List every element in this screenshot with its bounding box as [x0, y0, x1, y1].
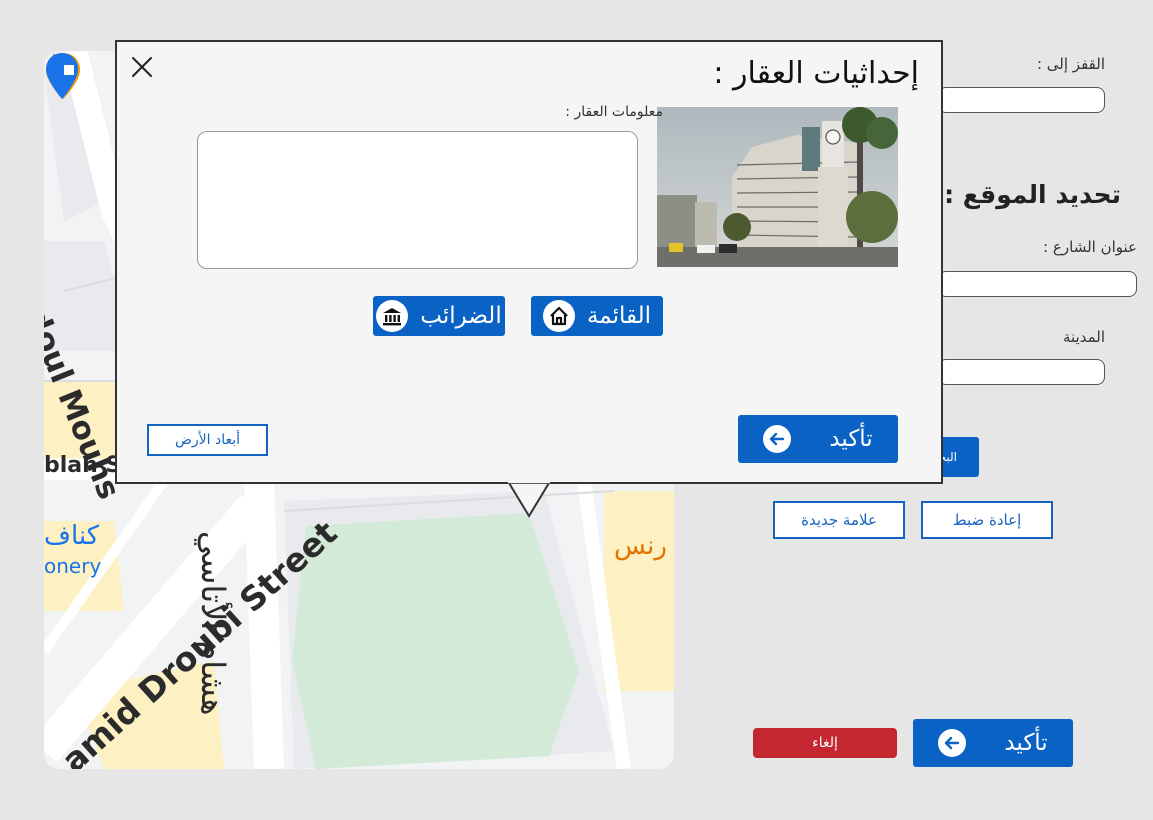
property-info-textarea[interactable] [197, 131, 638, 269]
map-street-label: هشام الأتاسي [194, 531, 232, 716]
street-address-label: عنوان الشارع : [1043, 238, 1137, 256]
map-poi-label: onery [44, 554, 102, 578]
jump-to-input[interactable] [938, 87, 1105, 113]
taxes-button-label: الضرائب [420, 303, 502, 329]
city-label: المدينة [1062, 328, 1105, 346]
dialog-pointer [508, 482, 550, 518]
taxes-button[interactable]: الضرائب [373, 296, 505, 336]
list-button-label: القائمة [586, 303, 652, 329]
street-address-input[interactable] [938, 271, 1137, 297]
arrow-left-icon [938, 729, 967, 757]
property-info-label: معلومات العقار : [565, 104, 663, 120]
home-icon [542, 300, 575, 332]
confirm-button-label: تأكيد [1004, 730, 1048, 756]
map-poi-label: رنس [614, 531, 667, 561]
dialog-confirm-button[interactable]: تأكيد [738, 415, 898, 463]
search-button[interactable]: البحث [938, 437, 979, 477]
map-poi-label: كناف [44, 521, 100, 551]
locate-section-title: تحديد الموقع : [944, 180, 1121, 209]
shop-pin-icon[interactable] [44, 51, 80, 101]
jump-to-label: القفز إلى : [1036, 55, 1105, 73]
list-button[interactable]: القائمة [531, 296, 663, 336]
reset-button[interactable]: إعادة ضبط [921, 501, 1053, 539]
confirm-button[interactable]: تأكيد [913, 719, 1073, 767]
arrow-left-icon [763, 425, 792, 453]
land-dimensions-button[interactable]: أبعاد الأرض [147, 424, 268, 456]
bank-icon [376, 300, 409, 332]
property-photo [657, 107, 898, 267]
cancel-button[interactable]: إلغاء [753, 728, 897, 758]
new-marker-button[interactable]: علامة جديدة [773, 501, 905, 539]
close-icon[interactable] [129, 54, 155, 80]
property-coordinates-dialog: إحداثيات العقار : معلومات العقار: القائ… [115, 40, 943, 484]
map-street-label: blan S [44, 453, 122, 478]
dialog-confirm-label: تأكيد [829, 426, 873, 452]
dialog-title: إحداثيات العقار : [713, 56, 919, 91]
city-input[interactable] [938, 359, 1105, 385]
